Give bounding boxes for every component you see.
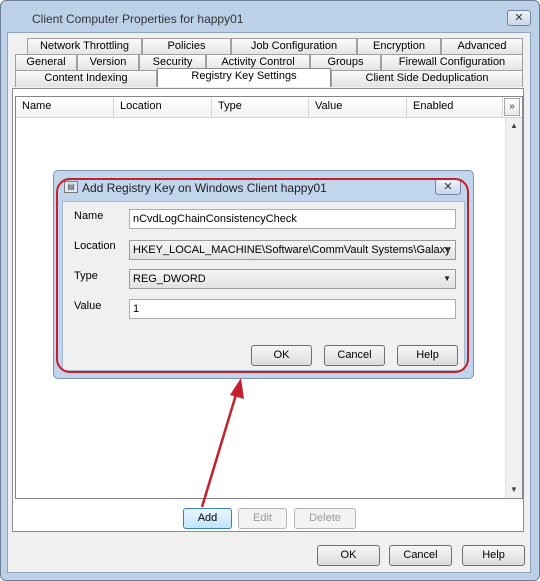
window-close-button[interactable]: ✕ (507, 10, 531, 26)
column-chooser-button[interactable]: » (504, 98, 520, 116)
help-button[interactable]: Help (462, 545, 525, 566)
name-field[interactable]: nCvdLogChainConsistencyCheck (129, 209, 456, 229)
tab-registry-key-settings[interactable]: Registry Key Settings (157, 68, 331, 87)
dialog-close-button[interactable]: ✕ (435, 179, 461, 195)
ok-button[interactable]: OK (317, 545, 380, 566)
tab-encryption[interactable]: Encryption (357, 38, 441, 55)
dialog-title: Add Registry Key on Windows Client happy… (82, 181, 327, 195)
tab-job-configuration[interactable]: Job Configuration (231, 38, 357, 55)
column-header-enabled[interactable]: Enabled (407, 97, 503, 117)
tab-content-indexing[interactable]: Content Indexing (15, 70, 157, 87)
type-label: Type (74, 270, 98, 282)
add-button[interactable]: Add (183, 508, 232, 529)
edit-button[interactable]: Edit (238, 508, 287, 529)
cancel-button[interactable]: Cancel (389, 545, 452, 566)
list-vertical-scrollbar[interactable]: ▲ ▼ (505, 118, 522, 498)
window-title: Client Computer Properties for happy01 (32, 12, 244, 26)
tab-version[interactable]: Version (77, 54, 139, 71)
dialog-ok-button[interactable]: OK (251, 345, 312, 366)
tab-firewall-configuration[interactable]: Firewall Configuration (381, 54, 523, 71)
list-header: Name Location Type Value Enabled » (16, 97, 522, 118)
value-field[interactable]: 1 (129, 299, 456, 319)
type-dropdown[interactable]: REG_DWORD ▼ (129, 269, 456, 289)
location-dropdown[interactable]: HKEY_LOCAL_MACHINE\Software\CommVault Sy… (129, 240, 456, 260)
location-value: HKEY_LOCAL_MACHINE\Software\CommVault Sy… (133, 244, 451, 256)
chevron-down-icon[interactable]: ▼ (443, 270, 451, 288)
column-header-location[interactable]: Location (114, 97, 212, 117)
scroll-up-icon[interactable]: ▲ (506, 118, 522, 134)
tab-network-throttling[interactable]: Network Throttling (27, 38, 142, 55)
title-bar[interactable]: Client Computer Properties for happy01 ✕ (1, 1, 539, 31)
delete-button[interactable]: Delete (294, 508, 356, 529)
chevron-down-icon[interactable]: ▼ (443, 241, 451, 259)
dialog-cancel-button[interactable]: Cancel (324, 345, 385, 366)
name-label: Name (74, 210, 104, 222)
column-header-type[interactable]: Type (212, 97, 309, 117)
column-header-name[interactable]: Name (16, 97, 114, 117)
tab-client-side-deduplication[interactable]: Client Side Deduplication (331, 70, 523, 87)
location-label: Location (74, 240, 116, 252)
value-label: Value (74, 300, 102, 312)
dialog-help-button[interactable]: Help (397, 345, 458, 366)
scroll-down-icon[interactable]: ▼ (506, 482, 522, 498)
registry-key-icon: ▤ (64, 181, 78, 193)
column-header-value[interactable]: Value (309, 97, 407, 117)
tab-advanced[interactable]: Advanced (441, 38, 523, 55)
type-value: REG_DWORD (133, 273, 206, 285)
tab-general[interactable]: General (15, 54, 77, 71)
tab-policies[interactable]: Policies (142, 38, 231, 55)
